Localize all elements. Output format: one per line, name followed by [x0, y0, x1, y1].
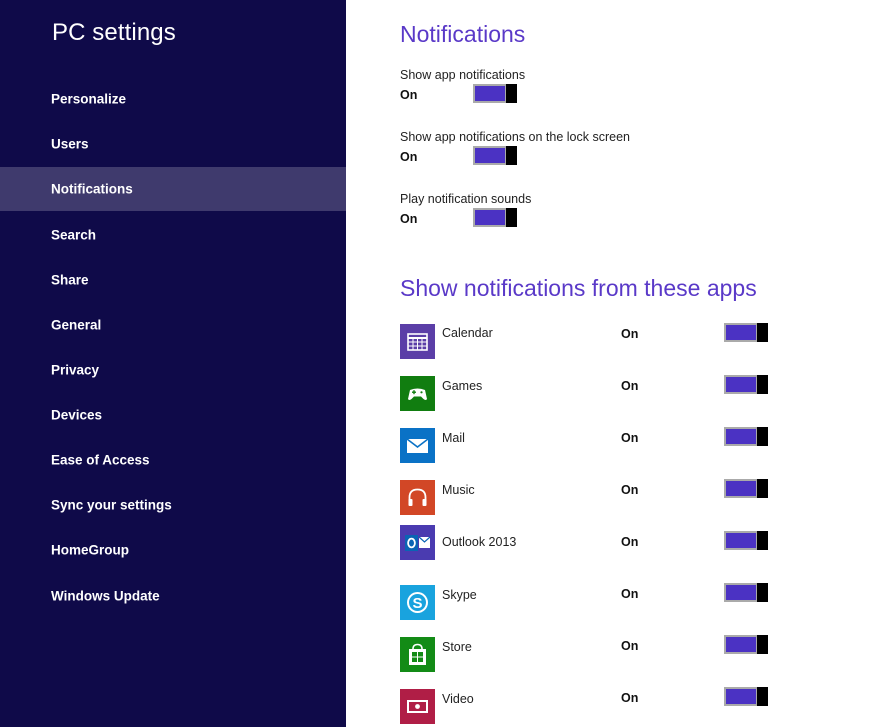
app-name: Outlook 2013	[442, 535, 517, 549]
headphones-icon	[400, 480, 435, 515]
sidebar-item-label: Share	[51, 272, 89, 288]
sidebar-item-devices[interactable]: Devices	[0, 393, 346, 437]
mail-toggle[interactable]	[724, 427, 768, 446]
notification-sounds-toggle[interactable]	[473, 208, 517, 227]
setting-label: Show app notifications	[400, 68, 526, 82]
setting-label: Play notification sounds	[400, 192, 532, 206]
toggle-thumb	[757, 427, 768, 446]
music-toggle[interactable]	[724, 479, 768, 498]
toggle-thumb	[757, 531, 768, 550]
app-name: Music	[442, 483, 475, 497]
toggle-track	[724, 687, 758, 706]
sidebar-item-users[interactable]: Users	[0, 122, 346, 166]
xbox-controller-icon	[400, 376, 435, 411]
sidebar-item-label: Notifications	[51, 181, 133, 197]
toggle-track	[724, 635, 758, 654]
app-state: On	[621, 639, 639, 653]
page-title: PC settings	[52, 19, 176, 46]
app-name: Store	[442, 640, 472, 654]
sidebar-item-label: Ease of Access	[51, 452, 150, 468]
sidebar-item-label: Personalize	[51, 91, 127, 107]
games-toggle[interactable]	[724, 375, 768, 394]
toggle-track	[724, 479, 758, 498]
toggle-track	[473, 84, 507, 103]
sidebar-item-label: Devices	[51, 407, 103, 423]
skype-icon: S	[400, 585, 435, 620]
toggle-thumb	[506, 84, 517, 103]
app-name: Video	[442, 692, 474, 706]
main-panel: Notifications Show app notifications On …	[346, 0, 883, 727]
app-state: On	[621, 535, 639, 549]
lock-screen-notifications-toggle[interactable]	[473, 146, 517, 165]
sidebar: PC settings Personalize Users Notificati…	[0, 0, 346, 727]
store-toggle[interactable]	[724, 635, 768, 654]
app-name: Skype	[442, 588, 477, 602]
app-state: On	[621, 379, 639, 393]
calendar-icon	[400, 324, 435, 359]
toggle-track	[473, 146, 507, 165]
sidebar-item-share[interactable]: Share	[0, 258, 346, 302]
app-state: On	[621, 431, 639, 445]
sidebar-item-label: Users	[51, 136, 89, 152]
sidebar-item-privacy[interactable]: Privacy	[0, 348, 346, 392]
app-state: On	[621, 587, 639, 601]
toggle-thumb	[506, 146, 517, 165]
toggle-track	[724, 427, 758, 446]
shopping-bag-icon	[400, 637, 435, 672]
envelope-icon	[400, 428, 435, 463]
sidebar-item-sync-your-settings[interactable]: Sync your settings	[0, 483, 346, 527]
app-state: On	[621, 327, 639, 341]
toggle-thumb	[757, 687, 768, 706]
toggle-thumb	[757, 479, 768, 498]
app-name: Calendar	[442, 326, 493, 340]
app-state: On	[621, 483, 639, 497]
app-state: On	[621, 691, 639, 705]
sidebar-item-personalize[interactable]: Personalize	[0, 77, 346, 121]
notifications-heading: Notifications	[400, 21, 526, 47]
toggle-thumb	[757, 323, 768, 342]
calendar-toggle[interactable]	[724, 323, 768, 342]
sidebar-item-label: Windows Update	[51, 588, 160, 604]
sidebar-item-ease-of-access[interactable]: Ease of Access	[0, 438, 346, 482]
toggle-thumb	[757, 583, 768, 602]
sidebar-item-general[interactable]: General	[0, 303, 346, 347]
sidebar-item-label: Search	[51, 227, 97, 243]
outlook-icon	[400, 525, 435, 560]
svg-text:S: S	[412, 595, 422, 612]
setting-state: On	[400, 150, 418, 164]
toggle-thumb	[757, 375, 768, 394]
app-name: Games	[442, 379, 483, 393]
toggle-thumb	[506, 208, 517, 227]
apps-heading: Show notifications from these apps	[400, 275, 757, 301]
toggle-track	[473, 208, 507, 227]
sidebar-item-windows-update[interactable]: Windows Update	[0, 574, 346, 618]
setting-state: On	[400, 212, 418, 226]
sidebar-item-label: Privacy	[51, 362, 100, 378]
toggle-track	[724, 531, 758, 550]
sidebar-item-notifications[interactable]: Notifications	[0, 167, 346, 211]
app-name: Mail	[442, 431, 465, 445]
sidebar-item-label: General	[51, 317, 102, 333]
show-app-notifications-toggle[interactable]	[473, 84, 517, 103]
sidebar-item-label: Sync your settings	[51, 497, 172, 513]
sidebar-item-label: HomeGroup	[51, 542, 130, 558]
outlook-2013-toggle[interactable]	[724, 531, 768, 550]
video-icon	[400, 689, 435, 724]
sidebar-item-search[interactable]: Search	[0, 213, 346, 257]
toggle-track	[724, 375, 758, 394]
skype-toggle[interactable]	[724, 583, 768, 602]
toggle-track	[724, 583, 758, 602]
toggle-thumb	[757, 635, 768, 654]
setting-state: On	[400, 88, 418, 102]
sidebar-item-homegroup[interactable]: HomeGroup	[0, 528, 346, 572]
toggle-track	[724, 323, 758, 342]
setting-label: Show app notifications on the lock scree…	[400, 130, 630, 144]
video-toggle[interactable]	[724, 687, 768, 706]
